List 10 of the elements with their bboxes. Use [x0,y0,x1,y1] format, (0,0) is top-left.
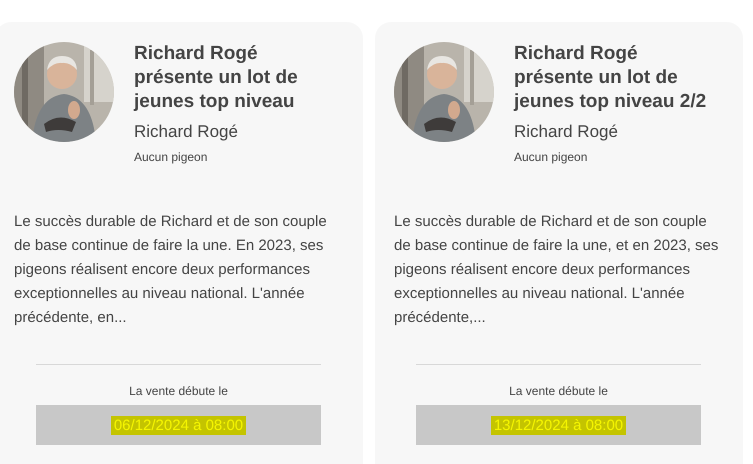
pigeon-count: Aucun pigeon [514,150,588,164]
sale-label: La vente débute le [508,384,609,398]
card-title[interactable]: Richard Rogé présente un lot de jeunes top niveau [134,42,339,114]
author-name: Richard Rogé [134,122,239,142]
card-title[interactable]: Richard Rogé présente un lot de jeunes top niveau 2/2 [514,42,719,114]
author-name: Richard Rogé [514,122,619,142]
pigeon-count: Aucun pigeon [134,150,208,164]
sale-label: La vente débute le [128,384,229,398]
description: Le succès durable de Richard et de son couple de base continue de faire la une, et en 2023, ses pigeons réalisent encore deux performances exceptionnelles au niveau national. L'année précédente,... [394,212,720,328]
description: Le succès durable de Richard et de son couple de base continue de faire la une. En 2023, ses pigeons réalisent encore deux performances exceptionnelles au niveau national. L'année précédente, en... [14,212,328,328]
